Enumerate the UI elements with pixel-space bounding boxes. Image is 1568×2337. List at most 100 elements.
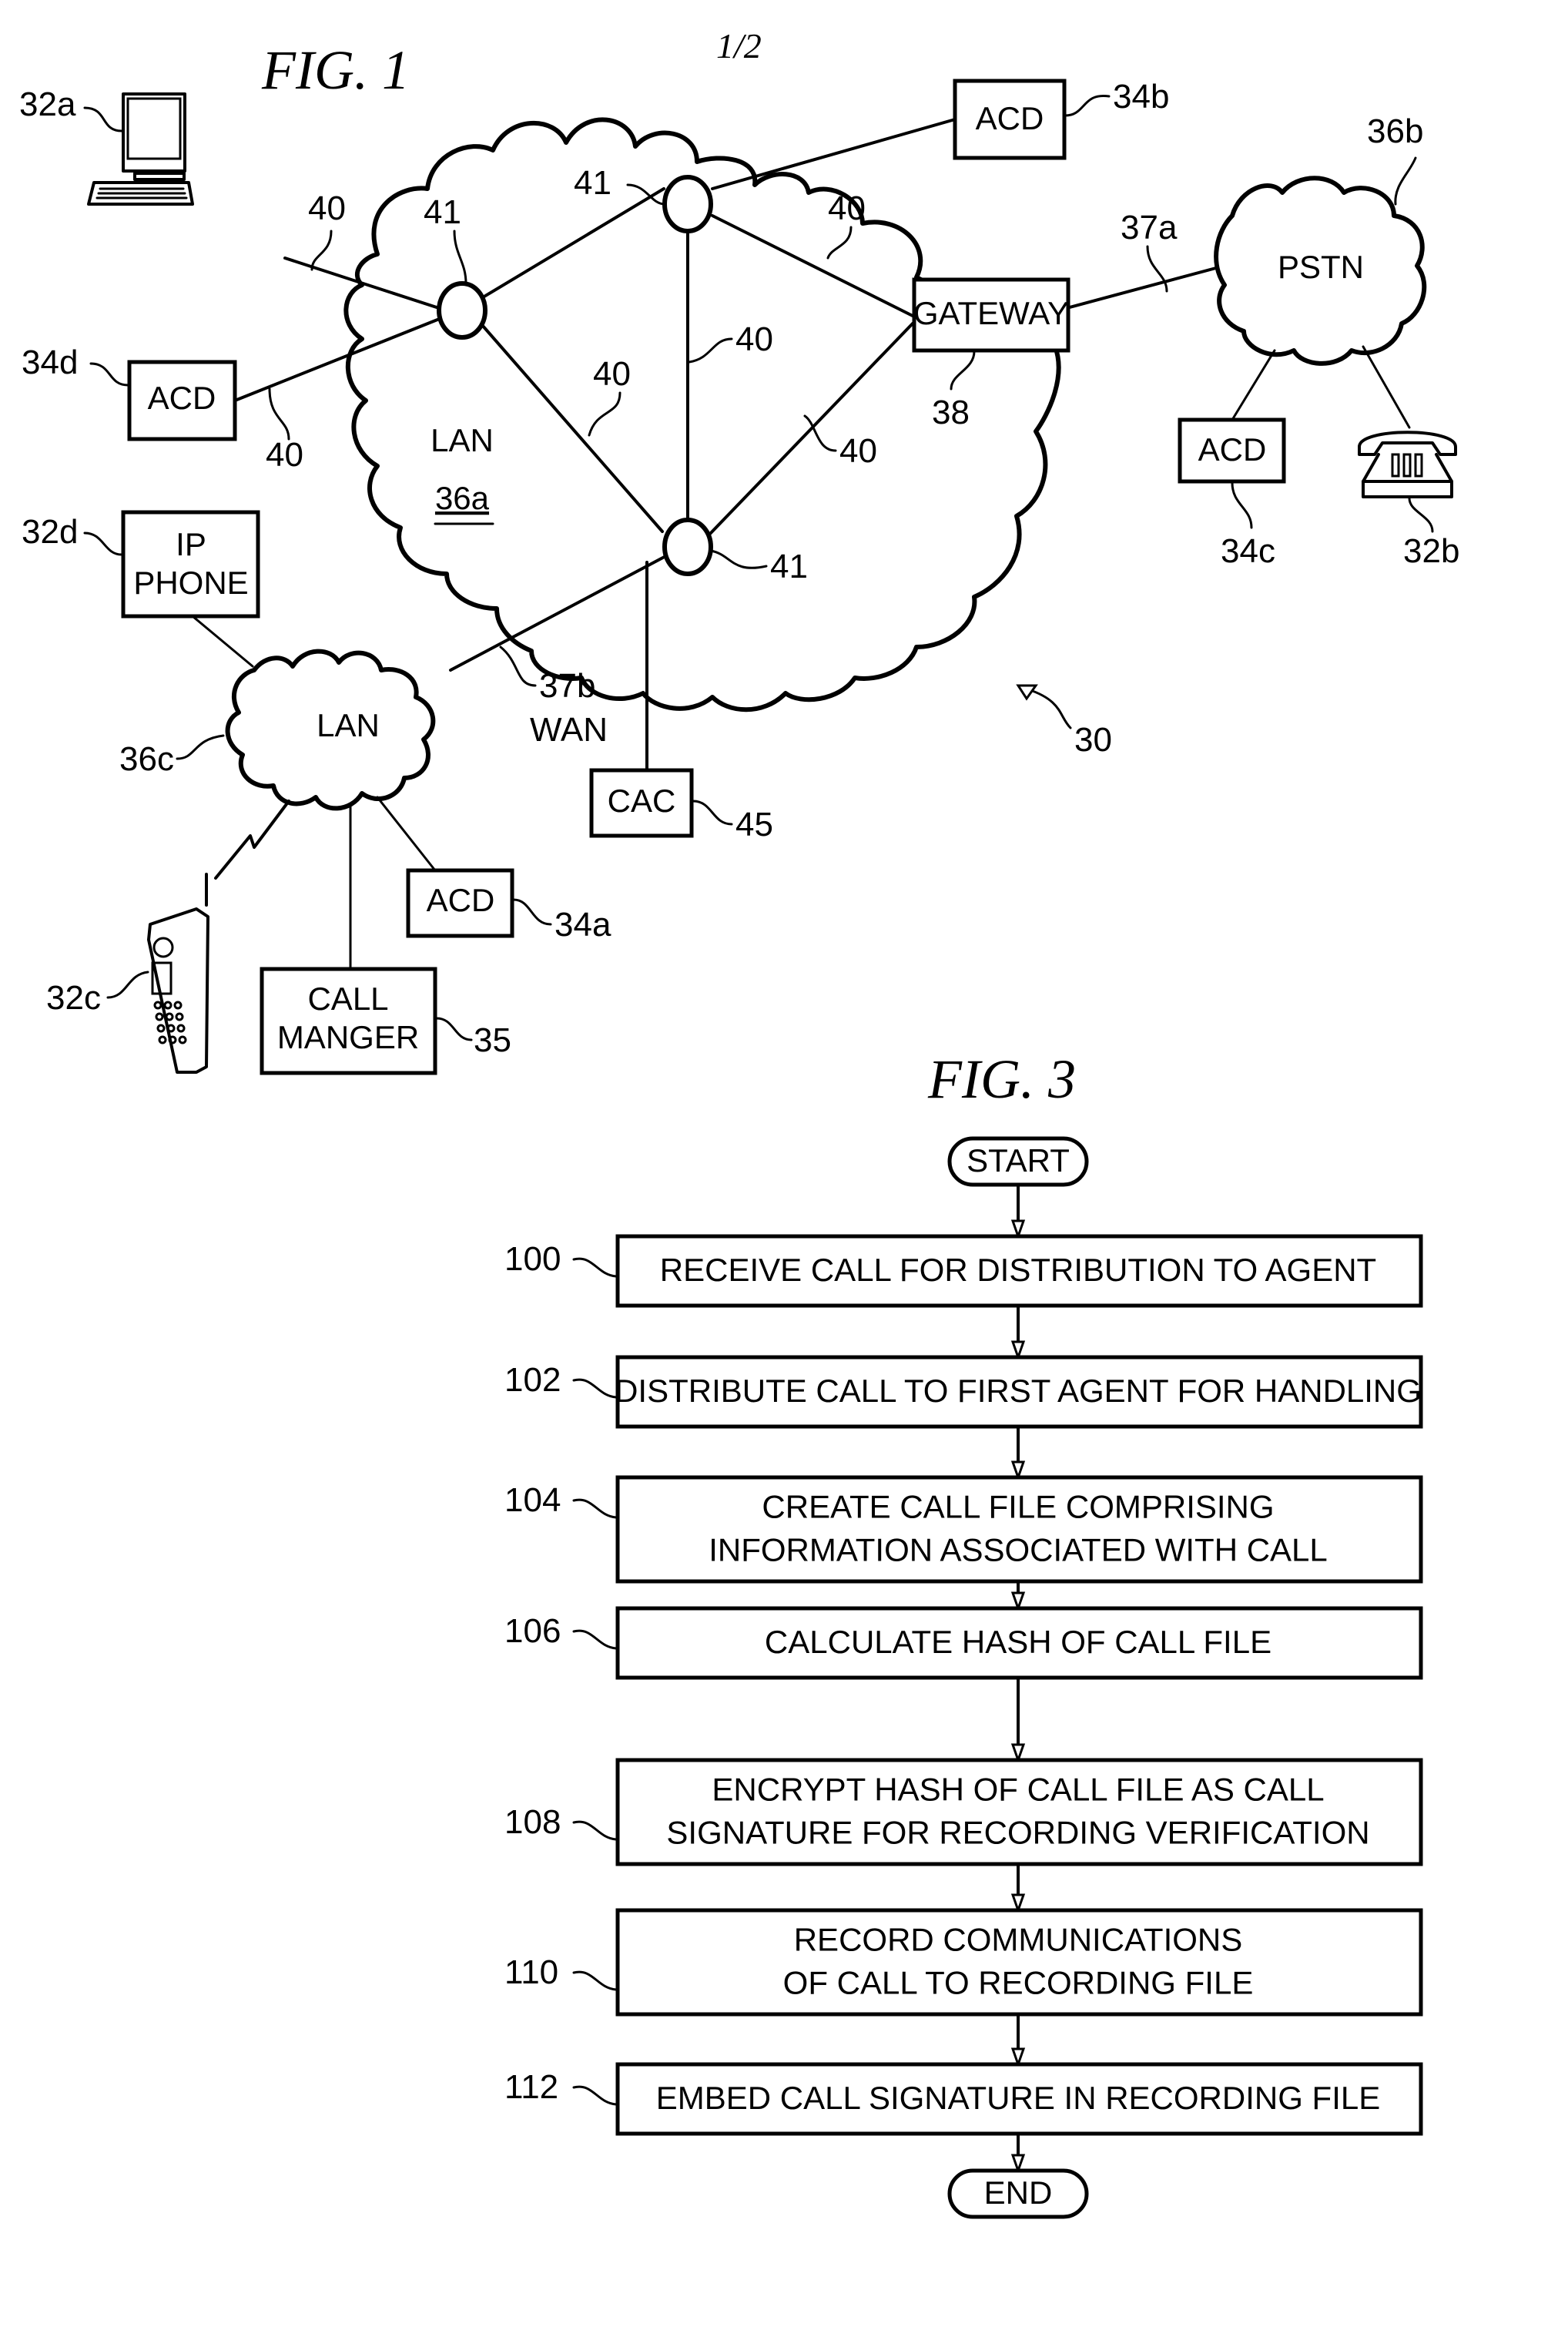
flow-step-ref-106: 106 [504,1612,561,1650]
flow-step-text-104: CREATE CALL FILE COMPRISING [762,1489,1274,1525]
leader-32a [83,106,123,132]
ref-36c: 36c [119,740,174,778]
sheet-number: 1/2 [716,26,762,65]
ref-30: 30 [1074,721,1112,759]
ref-40-node-a-c: 40 [593,355,631,393]
call-manager-label-line2: MANGER [277,1019,419,1055]
cellular-phone-icon [147,873,209,1074]
link-lan36c-acd-34a [376,796,437,872]
flow-step-ref-102: 102 [504,1361,561,1399]
flow-step-leader-108 [572,1820,618,1841]
flow-step-text-110: RECORD COMMUNICATIONS [794,1922,1243,1958]
leader-36c [176,734,225,760]
ref-40-node-b-c: 40 [735,320,773,358]
fig1-title: FIG. 1 [261,39,410,101]
flow-step-text-100: RECEIVE CALL FOR DISTRIBUTION TO AGENT [660,1252,1376,1288]
flow-step-text-106: CALCULATE HASH OF CALL FILE [765,1624,1271,1660]
link-37a [1065,264,1226,310]
leader-40-acd34d [268,387,290,441]
flow-step-text-108: SIGNATURE FOR RECORDING VERIFICATION [666,1815,1369,1851]
start-label: START [967,1142,1070,1179]
ref-37a: 37a [1121,209,1178,246]
leader-32d [83,531,123,556]
acd-34d-label: ACD [148,380,216,416]
pstn-label: PSTN [1278,249,1364,285]
ref-32a: 32a [19,86,76,123]
flow-step-text-112: EMBED CALL SIGNATURE IN RECORDING FILE [656,2080,1381,2116]
link-ip-phone-lan-36c [191,615,254,668]
flow-step-leader-110 [572,1970,618,1991]
patent-drawing-sheet: FIG. 1 1/2 41 41 41 40 40 40 40 40 40 LA… [19,26,1459,2219]
fig3-flowchart: START RECEIVE CALL FOR DISTRIBUTION TO AG… [504,1136,1423,2219]
leader-36b [1394,156,1417,206]
link-pstn-phone-32b [1362,345,1411,429]
call-manager-label-line1: CALL [307,981,388,1017]
ref-34b: 34b [1113,78,1169,116]
ref-40-computer-link: 40 [308,189,346,227]
flow-step-ref-100: 100 [504,1240,561,1278]
ref-32b: 32b [1403,532,1459,570]
link-pstn-acd-34c [1231,349,1276,421]
acd-34b-label: ACD [976,100,1044,136]
flow-step-leader-102 [572,1378,618,1399]
end-label: END [984,2174,1053,2211]
flow-arrowhead-4 [1010,1743,1026,1764]
leader-30 [1027,688,1072,729]
leader-40-computer [310,230,333,271]
flow-arrowhead-5 [1010,1893,1026,1914]
flow-step-leader-106 [572,1629,618,1650]
flow-step-ref-108: 108 [504,1803,561,1841]
ref-41-node-c: 41 [770,548,808,585]
wireless-link-icon [214,800,290,880]
cac-label: CAC [608,783,676,819]
ref-35: 35 [474,1021,511,1059]
leader-45 [692,800,733,826]
flow-step-leader-104 [572,1498,618,1519]
ref-34c: 34c [1221,532,1275,570]
ref-40-node-b-gateway: 40 [828,189,866,227]
leader-34b [1064,94,1111,117]
flow-arrowhead-0 [1010,1219,1026,1240]
flow-step-text-110: OF CALL TO RECORDING FILE [783,1965,1254,2001]
flow-step-leader-100 [572,1257,618,1278]
flow-arrowhead-6 [1010,2047,1026,2068]
leader-34c [1231,481,1253,529]
acd-34c-label: ACD [1198,431,1267,468]
leader-32b [1408,497,1434,533]
ip-phone-label-line2: PHONE [133,565,248,601]
ref-40-node-c-gateway: 40 [839,432,877,470]
ref-40-acd34d-link: 40 [266,436,303,474]
leader-34a [512,898,552,926]
ref-41-node-b: 41 [574,164,611,202]
computer-workstation-icon [87,92,194,206]
flow-step-ref-112: 112 [504,2068,558,2106]
ref-45: 45 [735,806,773,843]
flow-step-ref-110: 110 [504,1953,558,1991]
lan-36c-label: LAN [317,707,380,743]
flow-arrowhead-3 [1010,1591,1026,1612]
flow-arrowhead-1 [1010,1340,1026,1361]
desk-telephone-icon [1358,431,1457,498]
network-node-a [437,281,487,340]
ref-34d: 34d [22,344,78,381]
gateway-label: GATEWAY [913,295,1069,331]
lan-36a-label: LAN [431,422,494,458]
acd-34a-label: ACD [427,882,495,918]
ref-38: 38 [932,394,970,431]
ref-34a: 34a [554,906,611,944]
wan-label: WAN [530,711,608,749]
ref-41-node-a: 41 [424,193,461,231]
lan-36a-ref: 36a [435,480,490,516]
ref-32c: 32c [46,979,101,1017]
ref-36b: 36b [1367,112,1423,150]
leader-32c [106,971,149,999]
fig3-title: FIG. 3 [927,1048,1076,1110]
link-node-b-acd-34b [711,118,957,190]
flow-step-text-102: DISTRIBUTE CALL TO FIRST AGENT FOR HANDL… [615,1373,1422,1409]
network-node-b [662,175,713,233]
flow-step-text-108: ENCRYPT HASH OF CALL FILE AS CALL [712,1772,1324,1808]
flow-step-text-104: INFORMATION ASSOCIATED WITH CALL [709,1532,1328,1568]
ref-32d: 32d [22,513,78,551]
network-node-c [662,518,713,576]
ip-phone-label-line1: IP [176,526,206,562]
